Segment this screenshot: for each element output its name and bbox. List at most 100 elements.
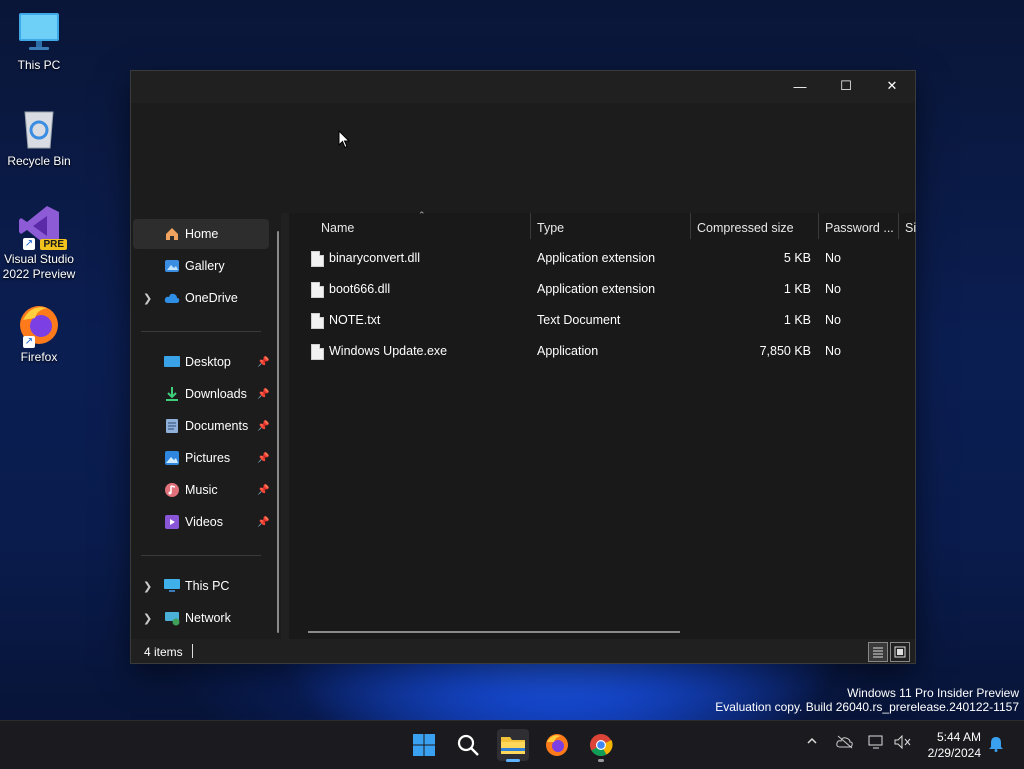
onedrive-tray-button[interactable]: [836, 735, 854, 752]
column-divider[interactable]: [530, 213, 531, 239]
desktop-icon-firefox[interactable]: ↗ Firefox: [1, 302, 77, 365]
column-divider[interactable]: [690, 213, 691, 239]
show-hidden-icons-button[interactable]: [806, 735, 818, 750]
file-type: Text Document: [537, 313, 621, 327]
visual-studio-icon: PRE ↗: [17, 204, 67, 250]
nav-item-this-pc[interactable]: ❯ This PC: [133, 571, 269, 601]
network-icon: [164, 610, 180, 626]
sort-up-icon: ⌃: [418, 210, 426, 220]
minimize-button[interactable]: —: [777, 71, 823, 101]
table-row[interactable]: NOTE.txt Text Document 1 KB No: [299, 306, 844, 336]
file-explorer-window: — ☐ ✕ Home Gallery ❯ OneDrive Desktop 📌 …: [130, 70, 916, 664]
nav-item-documents[interactable]: Documents 📌: [133, 411, 269, 441]
start-button[interactable]: [408, 729, 440, 761]
column-header-type[interactable]: Type: [537, 213, 564, 243]
chevron-right-icon[interactable]: ❯: [143, 612, 152, 625]
recycle-bin-icon: [17, 106, 61, 150]
pin-icon: 📌: [257, 484, 270, 496]
status-separator: [192, 644, 193, 658]
system-clock[interactable]: 5:44 AM 2/29/2024: [928, 729, 981, 761]
column-header-size[interactable]: Si: [905, 213, 916, 243]
document-icon: [164, 418, 180, 434]
desktop-icon-visual-studio[interactable]: PRE ↗ Visual Studio 2022 Preview: [1, 204, 77, 282]
file-name: binaryconvert.dll: [329, 251, 421, 265]
file-type: Application extension: [537, 282, 656, 296]
nav-item-label: Desktop: [185, 355, 231, 369]
column-header-label: Si: [905, 221, 917, 235]
close-button[interactable]: ✕: [869, 71, 915, 101]
pin-icon: 📌: [257, 516, 270, 528]
nav-separator: [141, 555, 261, 556]
chevron-up-icon: [807, 737, 817, 744]
taskbar-chrome[interactable]: [585, 729, 617, 762]
taskbar-file-explorer[interactable]: [497, 729, 529, 762]
pre-badge: PRE: [40, 239, 67, 250]
file-type: Application extension: [537, 251, 656, 265]
chevron-right-icon[interactable]: ❯: [143, 292, 152, 305]
column-header-compressed-size[interactable]: Compressed size: [697, 213, 794, 243]
file-name: Windows Update.exe: [329, 344, 448, 358]
home-icon: [164, 226, 180, 242]
nav-item-home[interactable]: Home: [133, 219, 269, 249]
nav-item-label: Gallery: [185, 259, 225, 273]
file-name: NOTE.txt: [329, 313, 381, 327]
details-view-button[interactable]: [868, 642, 888, 662]
desktop-icon-label: Visual Studio: [4, 252, 74, 266]
desktop-icon-recycle-bin[interactable]: Recycle Bin: [1, 106, 77, 169]
table-row[interactable]: boot666.dll Application extension 1 KB N…: [299, 275, 844, 305]
table-row[interactable]: Windows Update.exe Application 7,850 KB …: [299, 337, 844, 367]
download-icon: [164, 386, 180, 402]
nav-item-label: This PC: [185, 579, 230, 593]
volume-tray-button[interactable]: [894, 734, 912, 752]
watermark-line: Evaluation copy. Build 26040.rs_prerelea…: [715, 700, 1019, 714]
pin-icon: 📌: [257, 452, 270, 464]
file-icon: [311, 344, 324, 360]
column-header-label: Compressed size: [697, 221, 794, 235]
pictures-icon: [164, 450, 180, 466]
nav-item-network[interactable]: ❯ Network: [133, 603, 269, 633]
title-bar[interactable]: — ☐ ✕: [131, 71, 915, 103]
item-count: 4 items: [144, 645, 183, 659]
notifications-button[interactable]: [988, 736, 1004, 755]
monitor-icon: [164, 578, 180, 594]
firefox-icon: ↗: [17, 302, 61, 348]
horizontal-scrollbar[interactable]: [308, 631, 680, 633]
taskbar-firefox[interactable]: [541, 729, 573, 761]
file-icon: [311, 313, 324, 329]
bell-icon: [989, 737, 1003, 752]
nav-item-downloads[interactable]: Downloads 📌: [133, 379, 269, 409]
search-button[interactable]: [452, 729, 484, 761]
file-compressed-size: 7,850 KB: [759, 344, 811, 358]
table-row[interactable]: binaryconvert.dll Application extension …: [299, 244, 844, 274]
toolbar-area: [131, 103, 915, 213]
nav-item-pictures[interactable]: Pictures 📌: [133, 443, 269, 473]
column-header-password[interactable]: Password ...: [825, 213, 894, 243]
column-divider[interactable]: [818, 213, 819, 239]
navigation-pane: Home Gallery ❯ OneDrive Desktop 📌 Downlo…: [131, 213, 281, 639]
chevron-right-icon[interactable]: ❯: [143, 580, 152, 593]
clock-date: 2/29/2024: [927, 746, 981, 760]
evaluation-watermark: Windows 11 Pro Insider Preview Evaluatio…: [715, 686, 1019, 714]
desktop-icon-label: Recycle Bin: [7, 154, 71, 168]
nav-item-gallery[interactable]: Gallery: [133, 251, 269, 281]
nav-item-videos[interactable]: Videos 📌: [133, 507, 269, 537]
file-name: boot666.dll: [329, 282, 391, 296]
desktop-icon-this-pc[interactable]: This PC: [1, 10, 77, 73]
maximize-button[interactable]: ☐: [823, 71, 869, 101]
mouse-cursor-icon: [338, 130, 350, 149]
column-divider[interactable]: [898, 213, 899, 239]
network-tray-button[interactable]: [868, 735, 886, 752]
column-header-name[interactable]: Name: [321, 213, 354, 243]
pin-icon: 📌: [257, 420, 270, 432]
clock-time: 5:44 AM: [936, 730, 981, 744]
pin-icon: 📌: [257, 388, 270, 400]
nav-item-music[interactable]: Music 📌: [133, 475, 269, 505]
desktop-icon-label: This PC: [17, 58, 61, 72]
file-password: No: [825, 251, 841, 265]
nav-item-desktop[interactable]: Desktop 📌: [133, 347, 269, 377]
music-icon: [164, 482, 180, 498]
nav-scrollbar[interactable]: [277, 231, 279, 633]
tiles-view-button[interactable]: [890, 642, 910, 662]
nav-item-onedrive[interactable]: ❯ OneDrive: [133, 283, 269, 313]
active-app-indicator: [506, 759, 520, 762]
